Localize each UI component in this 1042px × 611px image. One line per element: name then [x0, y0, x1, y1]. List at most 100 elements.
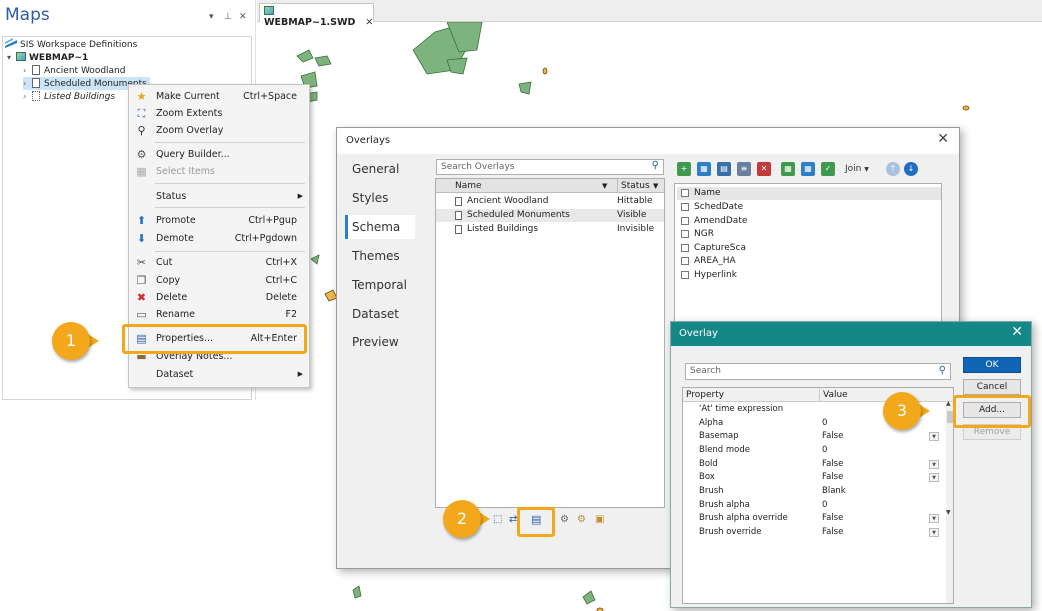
schema-toolbar: + ▦ ▤ ≡ ✕ ▦ ▦ ✓ Join ▼ ↑ ↓ [677, 162, 918, 180]
delete-field-icon[interactable]: ✕ [757, 162, 771, 176]
panel-pin-icon[interactable]: ⊥ [224, 12, 232, 22]
menu-item-cut[interactable]: ✂ Cut Ctrl+X [129, 254, 309, 271]
property-row[interactable]: Brush alpha override False ▼ [683, 512, 945, 526]
nav-dataset[interactable]: Dataset [345, 302, 415, 326]
add-field-icon[interactable]: + [677, 162, 691, 176]
property-row[interactable]: Basemap False ▼ [683, 430, 945, 444]
tree-item-webmap[interactable]: ▾ WEBMAP~1 [7, 51, 88, 64]
expand-chevron-icon[interactable]: › [23, 64, 32, 77]
expand-chevron-icon[interactable]: › [23, 77, 32, 90]
close-icon[interactable]: ✕ [937, 131, 949, 147]
menu-item-promote[interactable]: ⬆ Promote Ctrl+Pgup [129, 212, 309, 229]
move-down-icon[interactable]: ↓ [904, 162, 918, 176]
layer-settings-icon[interactable]: ⚙ [560, 514, 569, 525]
tree-item-listed-buildings[interactable]: › Listed Buildings [23, 90, 115, 103]
field-item[interactable]: NGR [677, 228, 941, 241]
expand-chevron-icon[interactable]: › [23, 90, 32, 103]
table-edit-icon[interactable]: ▦ [801, 162, 815, 176]
field-list-icon[interactable]: ≡ [737, 162, 751, 176]
field-item[interactable]: AREA_HA [677, 255, 941, 268]
nav-styles[interactable]: Styles [345, 186, 415, 210]
column-header-status[interactable]: Status [617, 179, 650, 193]
table-check-icon[interactable]: ✓ [821, 162, 835, 176]
field-checkbox[interactable] [681, 230, 689, 238]
column-filter-icon[interactable]: ▼ [602, 179, 607, 193]
scroll-down-icon[interactable]: ▼ [946, 509, 951, 516]
table-export-icon[interactable]: ▦ [781, 162, 795, 176]
layer-gear-icon[interactable]: ⚙ [577, 514, 586, 525]
search-overlays-input[interactable]: Search Overlays ⚲ [436, 159, 664, 175]
nav-schema[interactable]: Schema [345, 215, 415, 239]
property-row[interactable]: Bold False ▼ [683, 458, 945, 472]
move-up-icon[interactable]: ↑ [886, 162, 900, 176]
property-search-input[interactable]: Search ⚲ [685, 363, 951, 380]
menu-item-dataset[interactable]: Dataset ▶ [129, 366, 309, 383]
column-header-property[interactable]: Property [686, 388, 724, 402]
menu-item-rename[interactable]: ▭ Rename F2 [129, 306, 309, 323]
nav-general[interactable]: General [345, 157, 415, 181]
field-checkbox[interactable] [681, 189, 689, 197]
menu-item-zoom-extents[interactable]: ⛶ Zoom Extents [129, 105, 309, 122]
property-row[interactable]: Brush Blank [683, 485, 945, 499]
overlay-row[interactable]: Scheduled Monuments Visible [436, 209, 664, 222]
select-items-icon: ▦ [136, 165, 147, 178]
field-item[interactable]: SchedDate [677, 201, 941, 214]
field-checkbox[interactable] [681, 244, 689, 252]
tab-close-icon[interactable]: ✕ [365, 17, 373, 28]
collapse-chevron-icon[interactable]: ▾ [7, 51, 16, 64]
property-row[interactable]: Brush alpha 0 [683, 499, 945, 513]
chevron-down-icon[interactable]: ▼ [929, 460, 939, 469]
menu-item-delete[interactable]: ✖ Delete Delete [129, 289, 309, 306]
menu-item-demote[interactable]: ⬇ Demote Ctrl+Pgdown [129, 230, 309, 247]
join-dropdown[interactable]: Join ▼ [845, 162, 869, 177]
layer-add-icon[interactable]: ⬚ [493, 514, 502, 525]
scroll-up-icon[interactable]: ▲ [946, 400, 951, 407]
overlay-row[interactable]: Listed Buildings Invisible [436, 223, 664, 236]
panel-close-icon[interactable]: ✕ [239, 12, 247, 22]
map-polygon [310, 254, 320, 265]
menu-item-query-builder[interactable]: ⚙ Query Builder... [129, 146, 309, 163]
column-header-name[interactable]: Name [455, 179, 482, 193]
cancel-button[interactable]: Cancel [963, 379, 1021, 395]
overlay-list: Name ▼ Status ▼ Ancient Woodland Hittable… [435, 178, 665, 508]
field-item[interactable]: Name [677, 187, 941, 200]
menu-item-copy[interactable]: ❐ Copy Ctrl+C [129, 272, 309, 289]
overlay-row[interactable]: Ancient Woodland Hittable [436, 195, 664, 208]
field-grid-icon[interactable]: ▤ [717, 162, 731, 176]
field-checkbox[interactable] [681, 203, 689, 211]
tree-item-workspace[interactable]: SIS Workspace Definitions [5, 38, 137, 51]
chevron-down-icon[interactable]: ▼ [929, 528, 939, 537]
overlay-file-icon [455, 211, 462, 220]
property-row[interactable]: Box False ▼ [683, 471, 945, 485]
callout-marker: 1 [52, 322, 99, 360]
tree-item-ancient-woodland[interactable]: › Ancient Woodland [23, 64, 125, 77]
menu-item-zoom-overlay[interactable]: ⚲ Zoom Overlay [129, 122, 309, 139]
nav-themes[interactable]: Themes [345, 244, 415, 268]
tab-webmap[interactable]: WEBMAP~1.SWD ✕ [259, 3, 374, 28]
callout-highlight-properties-button [517, 507, 555, 537]
field-checkbox[interactable] [681, 217, 689, 225]
add-group-icon[interactable]: ▦ [697, 162, 711, 176]
property-grid-scrollbar[interactable]: ▲ ▼ [946, 400, 953, 603]
tree-item-label: SIS Workspace Definitions [20, 40, 138, 50]
property-row[interactable]: Blend mode 0 [683, 444, 945, 458]
field-checkbox[interactable] [681, 257, 689, 265]
column-filter-icon[interactable]: ▼ [653, 179, 658, 193]
field-checkbox[interactable] [681, 271, 689, 279]
close-icon[interactable]: ✕ [1011, 324, 1023, 340]
field-item[interactable]: AmendDate [677, 215, 941, 228]
chevron-down-icon[interactable]: ▼ [929, 473, 939, 482]
nav-temporal[interactable]: Temporal [345, 273, 415, 297]
property-row[interactable]: Brush override False ▼ [683, 526, 945, 540]
menu-item-make-current[interactable]: ★ Make Current Ctrl+Space [129, 88, 309, 105]
field-item[interactable]: CaptureSca [677, 242, 941, 255]
nav-preview[interactable]: Preview [345, 330, 415, 354]
panel-dropdown-icon[interactable]: ▾ [209, 12, 214, 22]
layer-folder-icon[interactable]: ▣ [595, 514, 604, 525]
ok-button[interactable]: OK [963, 357, 1021, 373]
chevron-down-icon[interactable]: ▼ [929, 514, 939, 523]
menu-item-status[interactable]: Status ▶ [129, 188, 309, 205]
chevron-down-icon[interactable]: ▼ [929, 432, 939, 441]
field-item[interactable]: Hyperlink [677, 269, 941, 282]
column-header-value[interactable]: Value [819, 388, 848, 402]
